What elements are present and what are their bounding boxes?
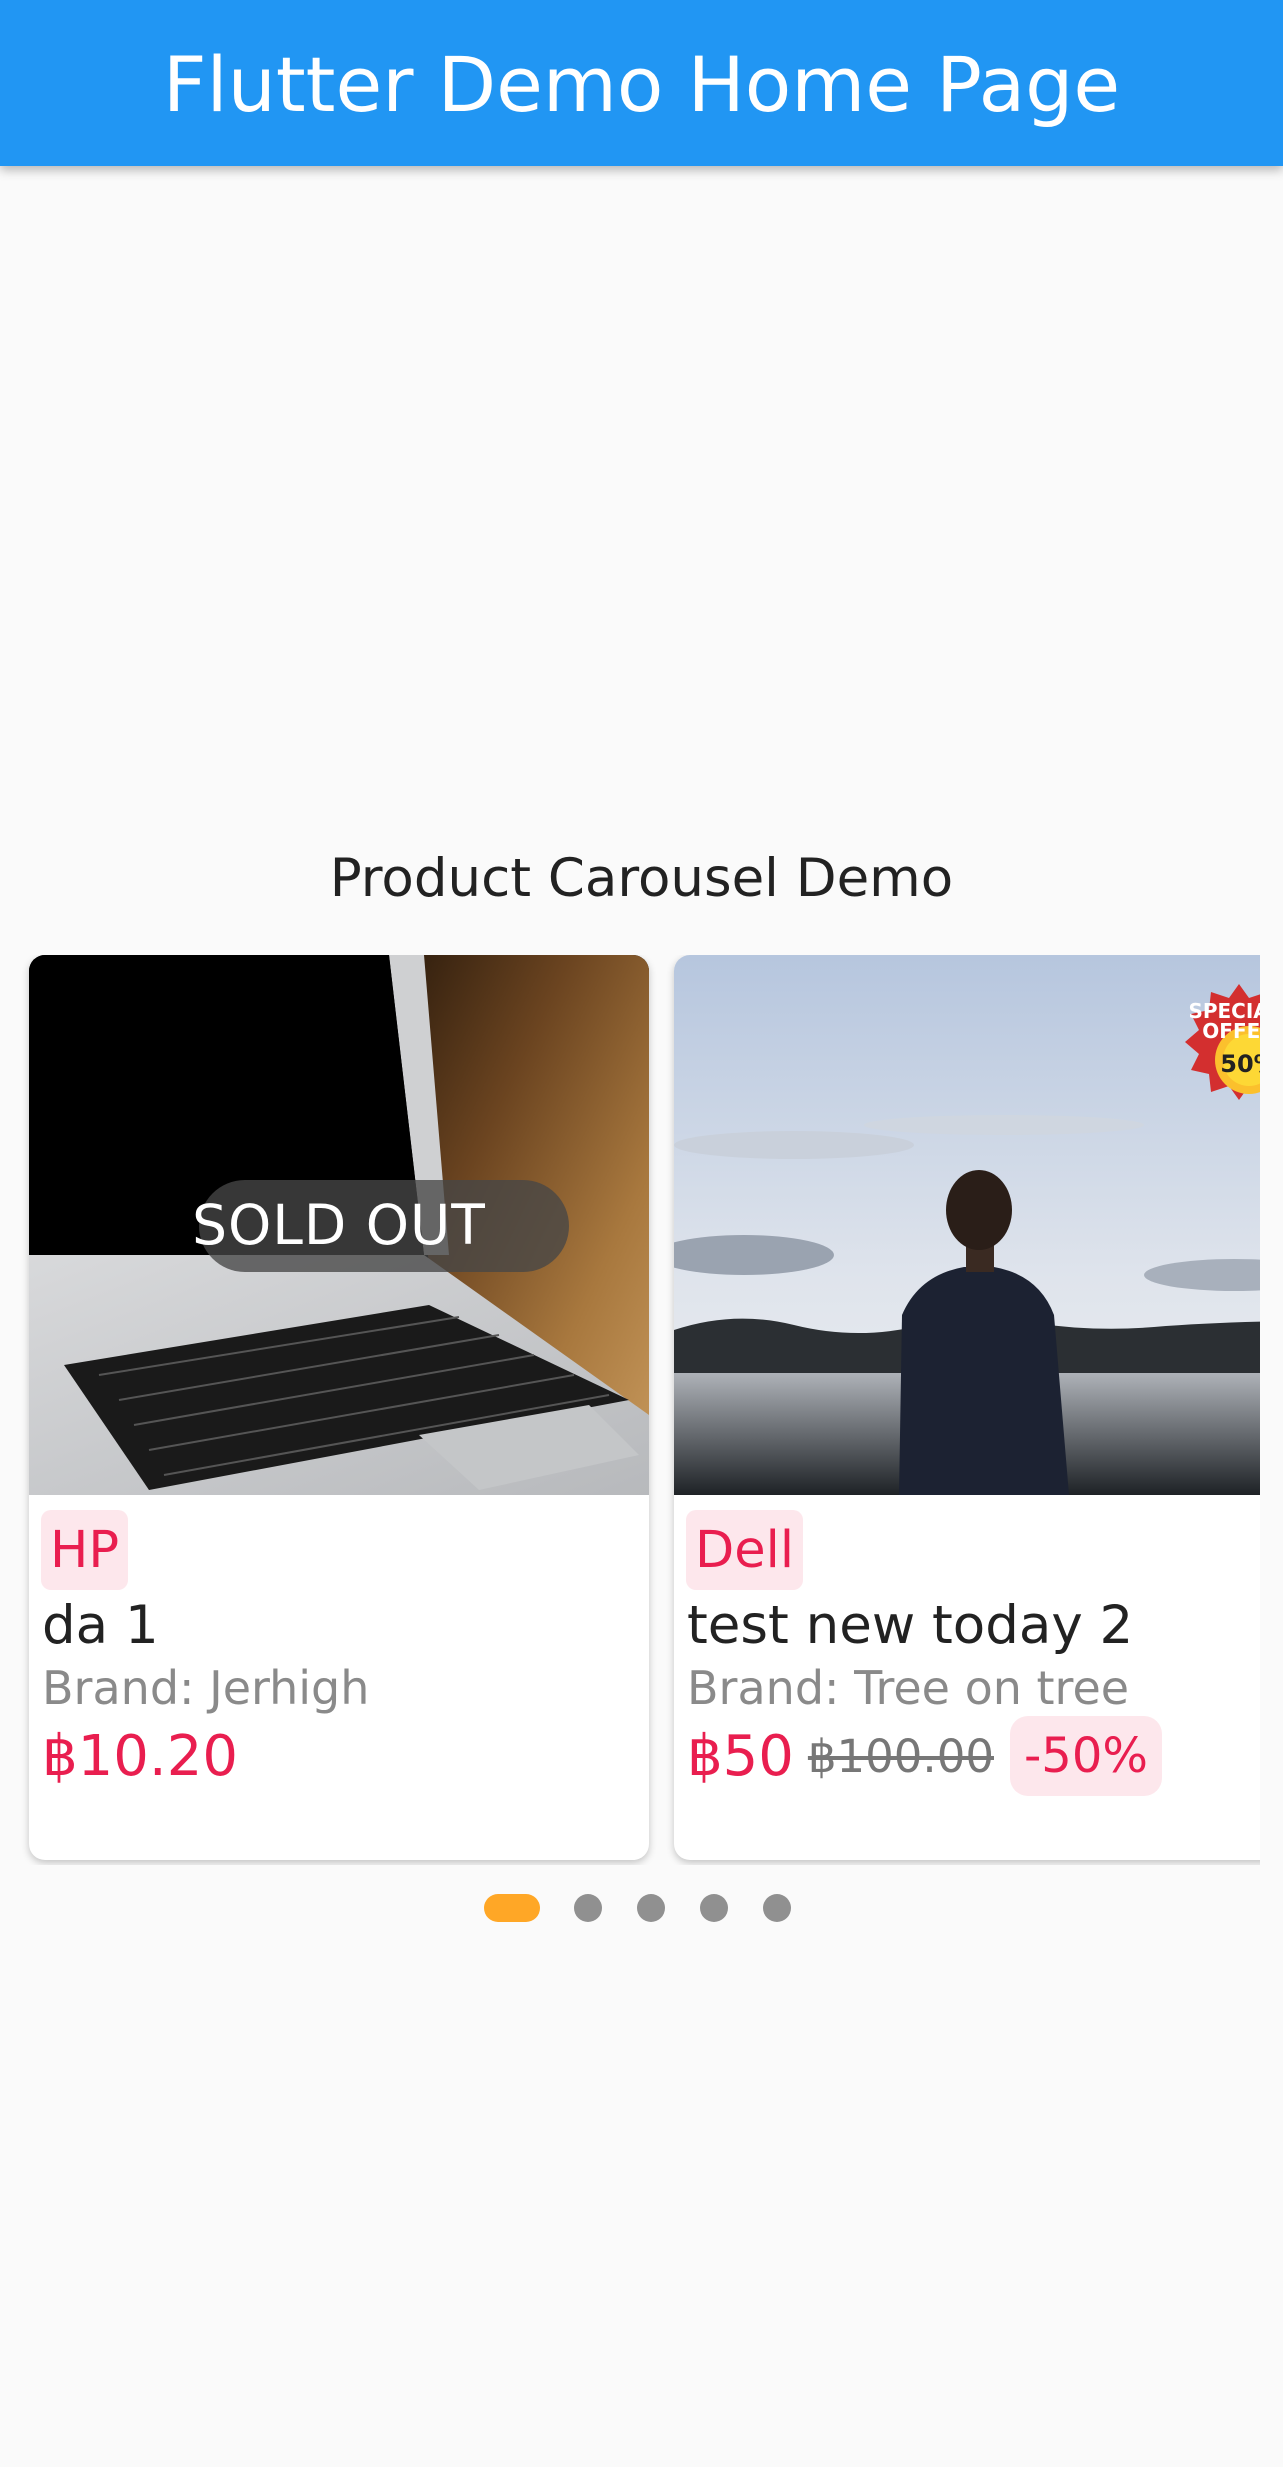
product-brand: Brand: Tree on tree — [687, 1661, 1130, 1715]
product-price: ฿10.20 — [42, 1723, 238, 1789]
app-bar-title: Flutter Demo Home Page — [162, 40, 1121, 129]
product-carousel[interactable]: SOLD OUT HP da 1 Brand: Jerhigh ฿10.20 S… — [0, 955, 1260, 1865]
sold-out-label: SOLD OUT — [192, 1193, 486, 1257]
pagination-dot[interactable] — [763, 1894, 791, 1922]
svg-text:OFFER: OFFER — [1202, 1019, 1260, 1043]
product-price: ฿50 — [687, 1723, 794, 1789]
product-card[interactable]: SPECIAL OFFER 50% Dell test new today 2 … — [674, 955, 1260, 1860]
brand-tag: Dell — [686, 1510, 803, 1590]
special-offer-badge-icon: SPECIAL OFFER 50% — [1185, 984, 1260, 1100]
discount-badge: -50% — [1009, 1716, 1162, 1796]
pagination-dot-active[interactable] — [484, 1894, 540, 1922]
product-brand: Brand: Jerhigh — [42, 1661, 370, 1715]
product-card[interactable]: SOLD OUT HP da 1 Brand: Jerhigh ฿10.20 — [29, 955, 649, 1860]
product-image: SOLD OUT — [29, 955, 649, 1495]
original-price: ฿100.00 — [807, 1729, 994, 1783]
price-row: ฿50 ฿100.00 -50% — [687, 1715, 1162, 1797]
svg-text:50%: 50% — [1220, 1050, 1260, 1078]
product-image: SPECIAL OFFER 50% — [674, 955, 1260, 1495]
price-row: ฿10.20 — [42, 1715, 238, 1797]
man-at-lake-photo — [674, 955, 1260, 1495]
pagination-dot[interactable] — [574, 1894, 602, 1922]
pagination-dot[interactable] — [700, 1894, 728, 1922]
section-title: Product Carousel Demo — [329, 848, 954, 909]
app-bar: Flutter Demo Home Page — [0, 0, 1283, 166]
product-name: test new today 2 — [687, 1595, 1134, 1656]
carousel-pagination — [0, 1893, 1283, 1923]
product-name: da 1 — [42, 1595, 159, 1656]
pagination-dot[interactable] — [637, 1894, 665, 1922]
brand-tag: HP — [41, 1510, 129, 1590]
